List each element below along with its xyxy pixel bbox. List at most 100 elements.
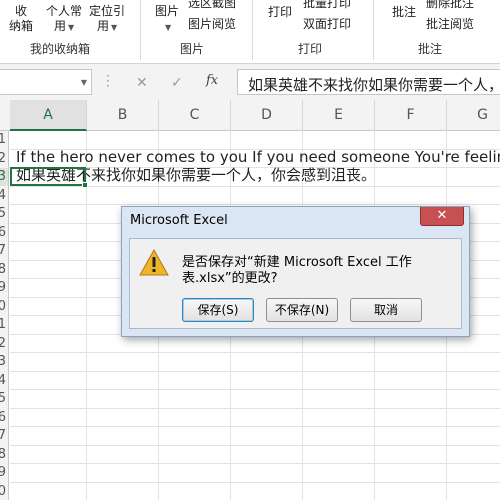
column-header-e[interactable]: E [303, 100, 375, 131]
batch-print-button[interactable]: 批量打印 [303, 0, 351, 11]
row-header[interactable]: 1 [0, 316, 8, 334]
close-icon: ✕ [436, 208, 448, 223]
group-label-print: 打印 [298, 42, 323, 56]
locate-reference-label-1: 定位引 [89, 4, 126, 18]
row-header[interactable]: 6 [0, 224, 8, 242]
row-header[interactable]: 2 [0, 335, 8, 353]
row-header[interactable]: 9 [0, 464, 8, 482]
row-header-label: 2 [0, 336, 6, 351]
row-header-label: 8 [0, 447, 6, 462]
save-dialog: Microsoft Excel ✕ 是否保存对“新建 Microsoft Exc… [121, 206, 470, 337]
save-button[interactable]: 保存(S) [182, 298, 254, 322]
row-header-label: 8 [0, 262, 6, 277]
row-header-label: 9 [0, 280, 6, 295]
column-header-f[interactable]: F [375, 100, 447, 131]
row-header[interactable]: 1 [0, 131, 8, 149]
row-header-label: 3 [0, 169, 6, 184]
close-button[interactable]: ✕ [420, 207, 464, 226]
personal-common-label-1: 个人常 [46, 4, 83, 18]
row-gridline [10, 204, 500, 205]
row-header[interactable]: 9 [0, 279, 8, 297]
duplex-print-label: 双面打印 [303, 17, 352, 31]
duplex-print-button[interactable]: 双面打印 [303, 17, 351, 32]
column-header-c[interactable]: C [159, 100, 231, 131]
chevron-down-icon: ▼ [165, 23, 172, 32]
row-headers: 1 2 3 4 5 6 7 8 9 0 1 2 3 4 5 6 7 8 9 0 [0, 131, 9, 500]
resize-handle-icon[interactable]: · · · [106, 70, 112, 92]
cell-a2[interactable]: If the hero never comes to you If you ne… [16, 148, 500, 166]
formula-content: 如果英雄不来找你如果你需要一个人， [248, 76, 500, 94]
dialog-title: Microsoft Excel [130, 213, 228, 228]
personal-common-button[interactable]: 个人常 用 ▼ [46, 4, 82, 35]
row-header-label: 5 [0, 391, 6, 406]
row-header[interactable]: 4 [0, 187, 8, 205]
screenshot-button[interactable]: 选区截图 [188, 0, 236, 11]
ribbon: 收 纳箱 个人常 用 ▼ 定位引 用 ▼ 图片 ▼ 选区截图 图片阅览 打印 批量打… [0, 0, 500, 64]
row-header[interactable]: 8 [0, 446, 8, 464]
chevron-down-icon: ▼ [68, 23, 75, 32]
ribbon-separator [140, 0, 141, 60]
cancel-button[interactable]: 取消 [350, 298, 422, 322]
picture-browse-button[interactable]: 图片阅览 [188, 17, 236, 32]
enter-icon[interactable]: ✓ [171, 75, 183, 91]
screenshot-label: 选区截图 [188, 0, 237, 10]
dont-save-button[interactable]: 不保存(N) [266, 298, 338, 322]
row-header[interactable]: 0 [0, 483, 8, 500]
row-header[interactable]: 3 [0, 168, 8, 186]
formula-input[interactable]: 如果英雄不来找你如果你需要一个人， [237, 69, 500, 95]
storage-box-button[interactable]: 收 纳箱 [9, 4, 33, 34]
cancel-icon[interactable]: ✕ [136, 75, 148, 91]
dialog-body: 是否保存对“新建 Microsoft Excel 工作表.xlsx”的更改? 保… [129, 238, 462, 329]
row-header[interactable]: 5 [0, 205, 8, 223]
name-box[interactable]: ▼ [0, 69, 92, 95]
row-header-label: 4 [0, 373, 6, 388]
fill-handle[interactable] [82, 182, 88, 188]
row-header[interactable]: 7 [0, 427, 8, 445]
batch-print-label: 批量打印 [303, 0, 352, 10]
row-header-label: 4 [0, 188, 6, 203]
personal-common-label-2: 用 [54, 19, 67, 33]
column-header-d[interactable]: D [231, 100, 303, 131]
row-gridline [10, 370, 500, 372]
warning-icon [139, 249, 169, 276]
row-header-label: 0 [0, 299, 6, 314]
row-header[interactable]: 5 [0, 390, 8, 408]
row-header[interactable]: 4 [0, 372, 8, 390]
column-header-a[interactable]: A [10, 100, 87, 131]
row-gridline [10, 426, 500, 427]
locate-reference-button[interactable]: 定位引 用 ▼ [89, 4, 125, 35]
delete-comment-label: 删除批注 [426, 0, 475, 10]
row-header[interactable]: 6 [0, 409, 8, 427]
storage-box-label-2: 纳箱 [9, 19, 34, 33]
picture-button[interactable]: 图片 ▼ [155, 4, 179, 35]
row-header-label: 1 [0, 132, 6, 147]
row-header-label: 9 [0, 465, 6, 480]
row-header-label: 6 [0, 225, 6, 240]
active-cell-cursor [10, 167, 88, 188]
print-button[interactable]: 打印 [268, 5, 292, 20]
column-header-g[interactable]: G [447, 100, 500, 131]
row-gridline [10, 352, 500, 353]
delete-comment-button[interactable]: 删除批注 [426, 0, 474, 11]
column-headers: ABCDEFG [0, 100, 500, 131]
row-header[interactable]: 0 [0, 298, 8, 316]
locate-reference-label-2: 用 [97, 19, 110, 33]
chevron-down-icon: ▼ [111, 23, 118, 32]
comment-label: 批注 [392, 5, 417, 19]
comment-button[interactable]: 批注 [392, 5, 416, 20]
row-header[interactable]: 3 [0, 353, 8, 371]
chevron-down-icon[interactable]: ▼ [81, 78, 87, 87]
row-gridline [10, 463, 500, 464]
column-header-b[interactable]: B [87, 100, 159, 131]
row-header[interactable]: 8 [0, 261, 8, 279]
row-header[interactable]: 2 [0, 150, 8, 168]
browse-comment-button[interactable]: 批注阅览 [426, 17, 474, 32]
storage-box-label-1: 收 [15, 4, 28, 18]
row-header-label: 0 [0, 484, 6, 499]
picture-label: 图片 [155, 4, 180, 18]
row-header[interactable]: 7 [0, 242, 8, 260]
insert-function-icon[interactable]: fx [206, 73, 218, 88]
formula-bar: ▼ · · · ✕ ✓ fx 如果英雄不来找你如果你需要一个人， [0, 64, 500, 100]
row-gridline [10, 389, 500, 390]
browse-comment-label: 批注阅览 [426, 17, 475, 31]
